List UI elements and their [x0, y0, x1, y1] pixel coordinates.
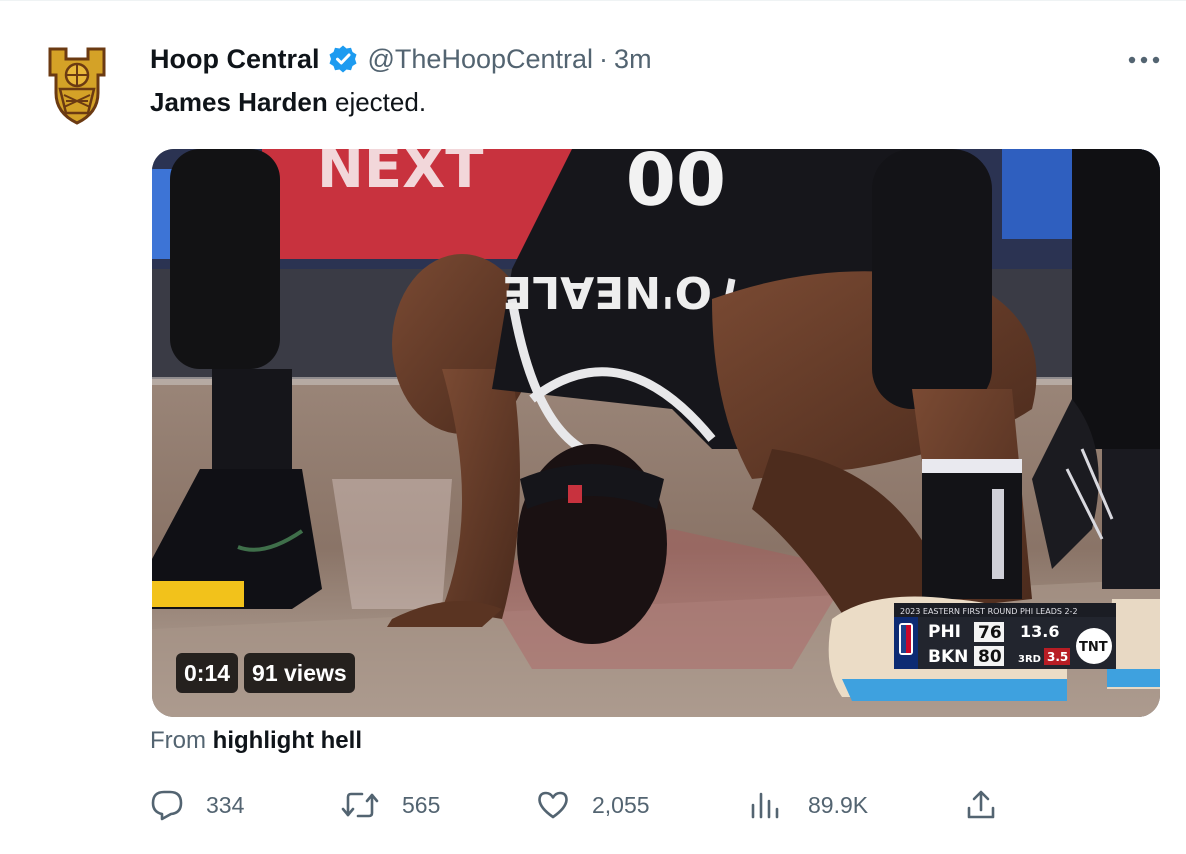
retweet-count: 565 — [402, 791, 441, 818]
scorebug-team2: BKN — [928, 647, 968, 667]
scorebug-shot-clock: 3.5 — [1047, 650, 1068, 664]
heart-icon — [538, 791, 568, 819]
scorebug-score2: 80 — [978, 647, 1002, 667]
views-count: 89.9K — [808, 791, 869, 818]
hoop-central-logo-icon — [48, 47, 106, 125]
source-attribution: From highlight hell — [150, 727, 362, 755]
more-dots-icon — [1128, 56, 1160, 64]
source-prefix: From — [150, 727, 213, 754]
share-button[interactable] — [964, 785, 998, 825]
tweet-text-rest: ejected. — [327, 87, 427, 117]
like-button[interactable]: 2,055 — [536, 785, 650, 825]
tweet-card[interactable]: Hoop Central @TheHoopCentral · 3m James … — [0, 0, 1186, 854]
author-display-name[interactable]: Hoop Central — [150, 44, 320, 75]
scorebug-clock: 13.6 — [1020, 622, 1059, 641]
verified-badge-icon[interactable] — [328, 44, 358, 74]
svg-text:00: 00 — [626, 149, 726, 219]
video-info-badges: 0:14 91 views — [176, 653, 355, 693]
reply-count: 334 — [206, 791, 245, 818]
tweet-text: James Harden ejected. — [150, 87, 426, 118]
scorebug-team1: PHI — [928, 622, 961, 642]
nba-logo-icon — [899, 623, 913, 655]
views-button[interactable]: 89.9K — [748, 785, 868, 825]
more-options-button[interactable] — [1124, 45, 1164, 75]
tweet-action-bar: 334 565 2,055 89.9K — [150, 785, 1010, 825]
like-count: 2,055 — [592, 791, 650, 818]
analytics-icon — [751, 792, 779, 819]
video-views: 91 views — [244, 653, 355, 693]
source-name-link[interactable]: highlight hell — [213, 727, 362, 754]
author-avatar[interactable] — [46, 45, 108, 127]
tv-scorebug: 2023 EASTERN FIRST ROUND PHI LEADS 2-2 P… — [894, 603, 1116, 669]
header-separator: · — [599, 43, 609, 74]
retweet-button[interactable]: 565 — [340, 785, 440, 825]
jersey-name-text: O'NEALE — [502, 266, 712, 317]
tnt-logo-icon: TNT — [1079, 640, 1108, 655]
author-handle[interactable]: @TheHoopCentral — [368, 44, 594, 75]
banner-text: NEXT — [317, 149, 484, 201]
tweet-header: Hoop Central @TheHoopCentral · 3m — [150, 41, 652, 77]
reply-button[interactable]: 334 — [150, 785, 244, 825]
retweet-icon — [341, 792, 379, 818]
scorebug-score1: 76 — [978, 623, 1002, 643]
video-duration: 0:14 — [176, 653, 239, 693]
tweet-timestamp[interactable]: 3m — [614, 44, 652, 75]
scorebug-quarter: 3RD — [1018, 654, 1041, 665]
tweet-text-mention: James Harden — [150, 87, 328, 117]
share-icon — [967, 790, 995, 819]
scorebug-header: 2023 EASTERN FIRST ROUND PHI LEADS 2-2 — [900, 607, 1078, 616]
reply-icon — [151, 790, 183, 821]
